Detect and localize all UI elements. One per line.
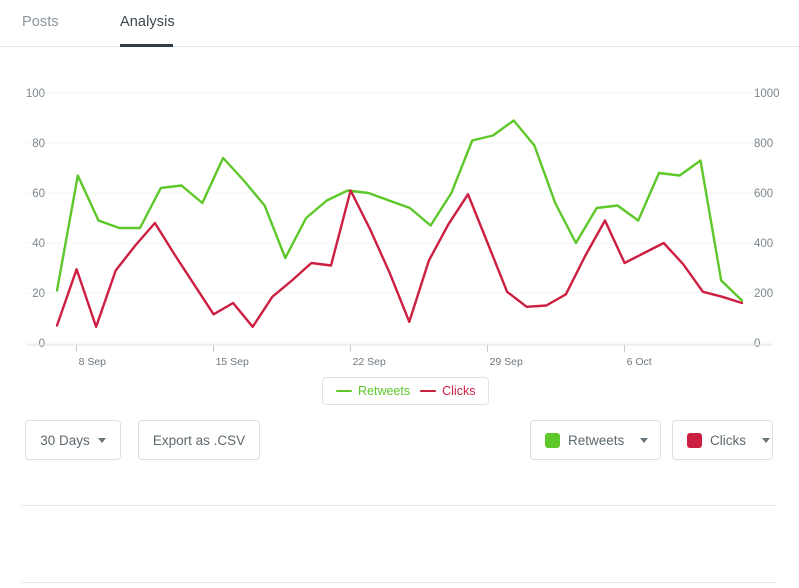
tab-analysis[interactable]: Analysis [120, 14, 175, 46]
analytics-page: Posts Analysis 0 20 40 60 80 100 0 200 400 600 800… [0, 0, 799, 588]
svg-text:40: 40 [32, 238, 45, 250]
chevron-down-icon [762, 437, 770, 443]
svg-text:20: 20 [32, 288, 45, 300]
series-label-retweets: Retweets [568, 432, 625, 448]
series-dropdown-retweets[interactable]: Retweets [530, 420, 661, 460]
legend-label-retweets: Retweets [358, 384, 411, 398]
color-swatch-clicks [687, 432, 702, 448]
series-label-clicks: Clicks [710, 432, 746, 448]
svg-text:800: 800 [754, 138, 773, 150]
svg-text:6 Oct: 6 Oct [627, 356, 652, 368]
svg-text:22 Sep: 22 Sep [353, 356, 386, 368]
color-swatch-retweets [545, 432, 560, 448]
svg-text:29 Sep: 29 Sep [490, 356, 523, 368]
line-chart-svg: 020406080100020040060080010008 Sep 15 Sep… [26, 88, 780, 368]
legend-line-retweets [336, 389, 352, 393]
date-range-label: 30 Days [40, 432, 90, 448]
legend-item-clicks: Clicks [420, 384, 475, 398]
chevron-down-icon [97, 437, 106, 443]
svg-text:1000: 1000 [754, 88, 780, 100]
svg-text:60: 60 [32, 188, 45, 200]
tab-bar: Posts Analysis [0, 0, 799, 47]
legend-label-clicks: Clicks [442, 384, 476, 398]
analytics-chart: 0 20 40 60 80 100 0 200 400 600 800 1000 8 Sep 15 Sep… [0, 47, 799, 377]
svg-text:600: 600 [754, 188, 773, 200]
svg-text:8 Sep: 8 Sep [79, 356, 107, 368]
tab-posts[interactable]: Posts [22, 14, 59, 46]
chart-controls: 30 Days Export as .CSV Retweets Clicks [0, 420, 799, 466]
legend-item-retweets: Retweets [336, 384, 410, 398]
chevron-down-icon [640, 437, 649, 443]
date-range-dropdown[interactable]: 30 Days [25, 420, 121, 460]
legend-line-clicks [420, 389, 437, 393]
export-csv-label: Export as .CSV [152, 432, 246, 448]
profile-summary: @tonyrestell View Profile 786 Posts 12,2… [0, 505, 799, 588]
series-dropdown-clicks[interactable]: Clicks [672, 420, 773, 460]
divider [22, 582, 777, 583]
svg-text:80: 80 [32, 138, 45, 150]
export-csv-button[interactable]: Export as .CSV [138, 420, 260, 460]
svg-text:15 Sep: 15 Sep [216, 356, 249, 368]
svg-text:200: 200 [754, 288, 773, 300]
svg-text:0: 0 [39, 338, 45, 350]
chart-legend: Retweets Clicks [322, 377, 490, 405]
svg-text:400: 400 [754, 238, 773, 250]
svg-text:100: 100 [26, 88, 45, 100]
svg-text:0: 0 [754, 338, 760, 350]
